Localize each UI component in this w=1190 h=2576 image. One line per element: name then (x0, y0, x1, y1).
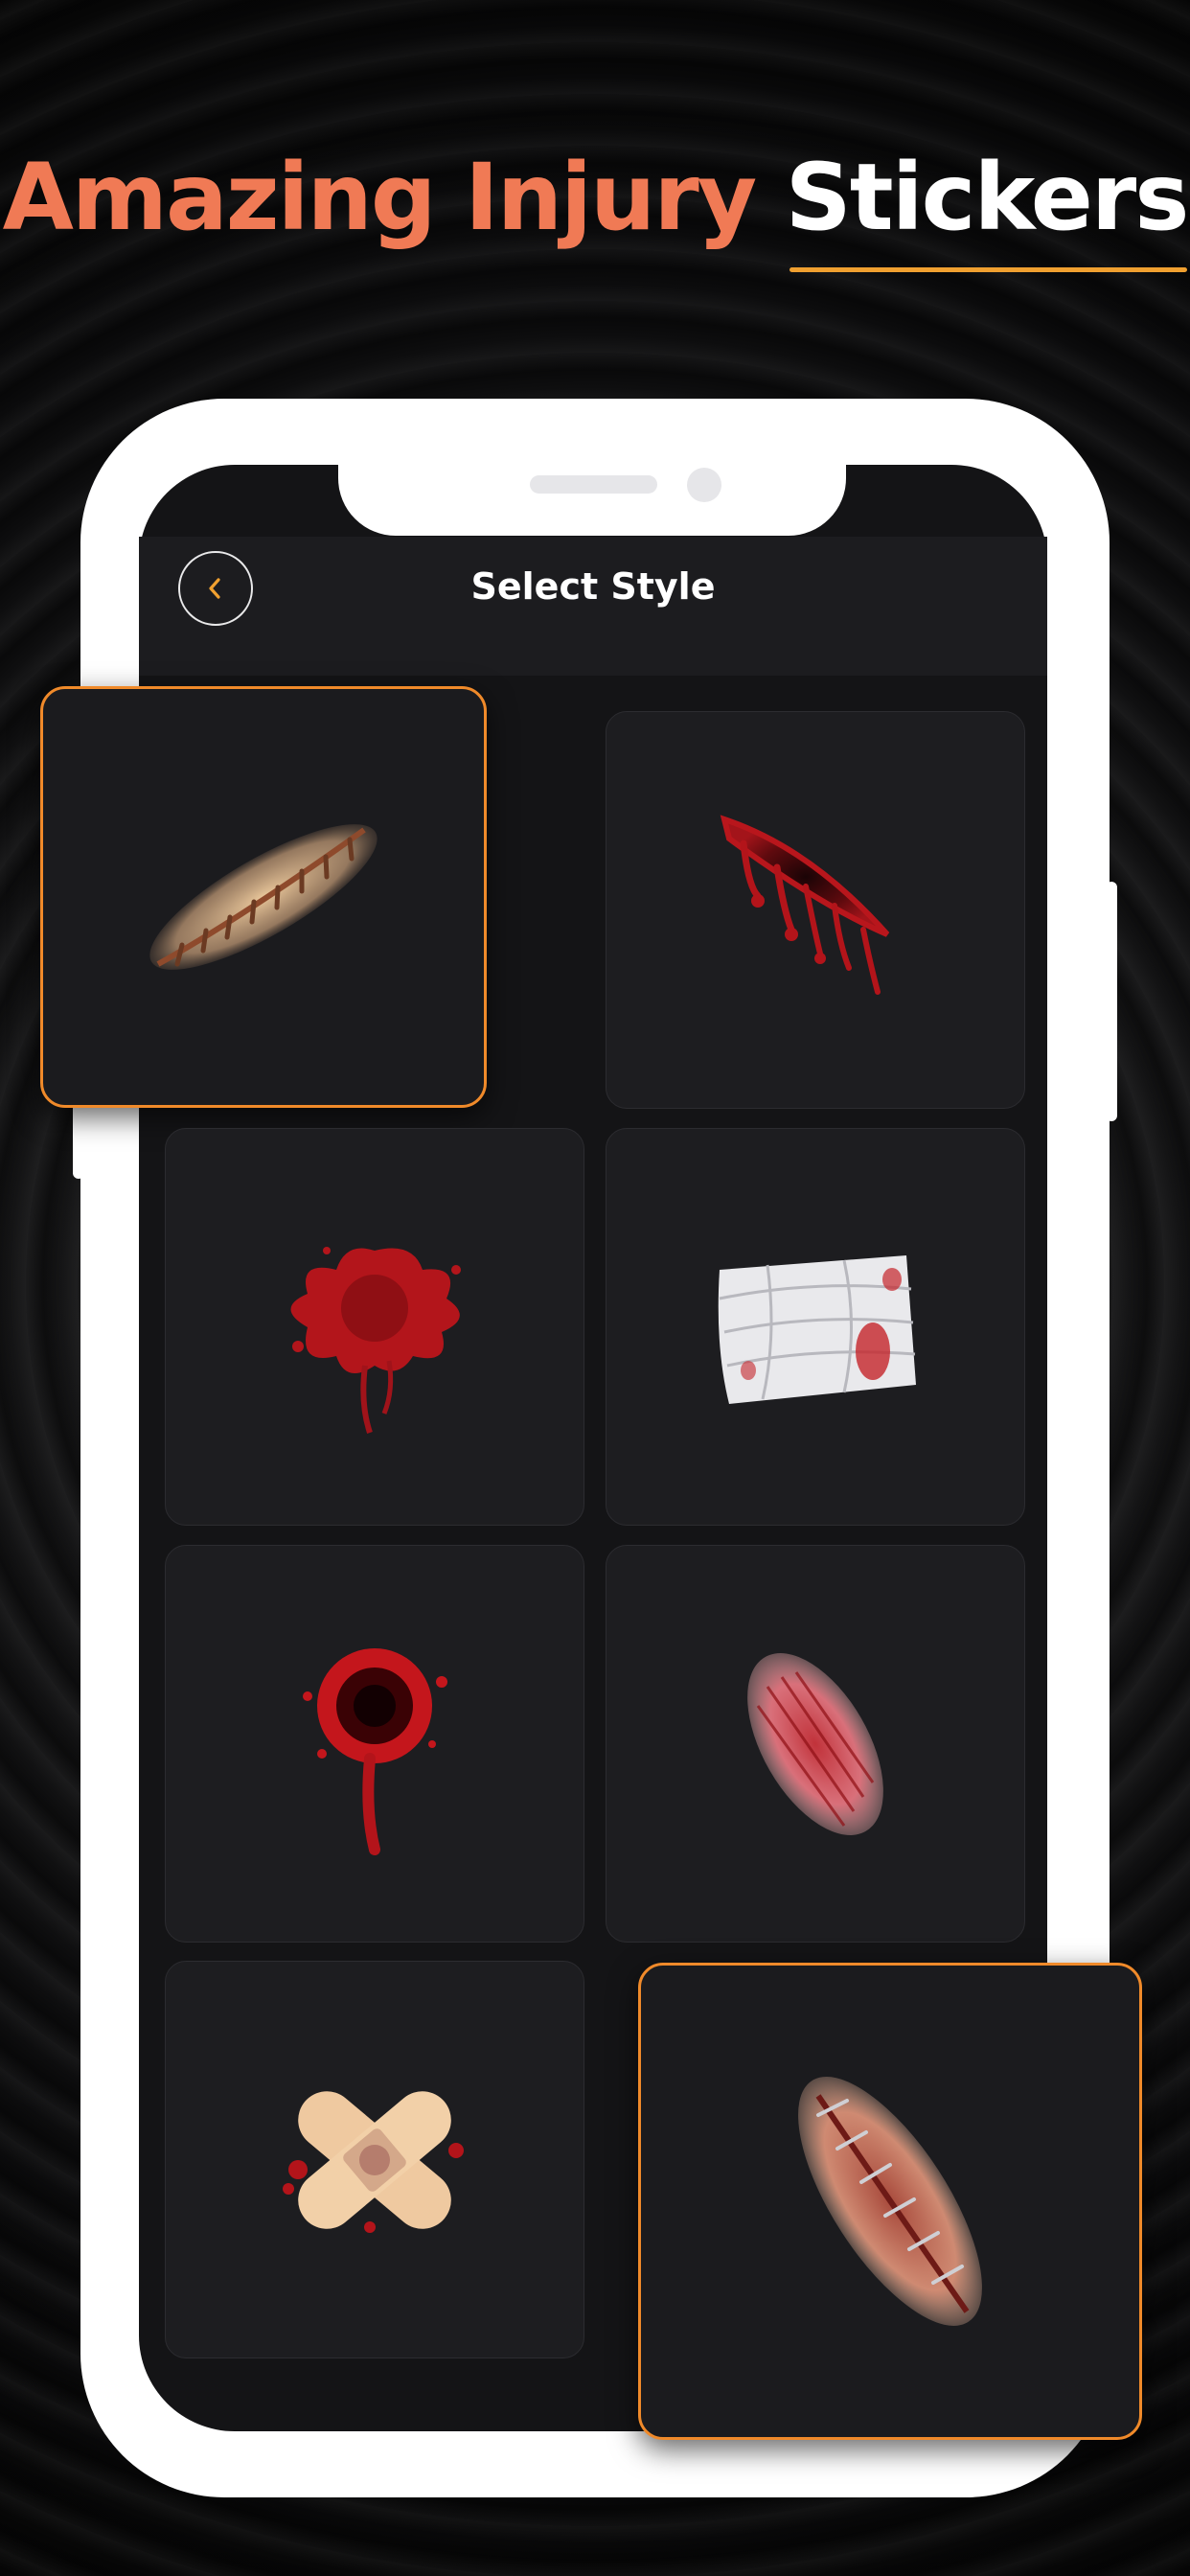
front-camera (687, 468, 721, 502)
stapled-wound-icon (798, 2077, 982, 2326)
sticker-tile-cross-bandage[interactable] (165, 1961, 584, 2358)
headline-white: Stickers (785, 144, 1190, 251)
sticker-tile-stapled-wound[interactable] (638, 1963, 1142, 2440)
page-title: Select Style (470, 565, 716, 608)
bloody-gash-icon (720, 814, 890, 995)
bandage-wrap-icon (718, 1254, 916, 1404)
sticker-tile-bullet-wound[interactable] (165, 1545, 584, 1943)
bullet-wound-icon (303, 1647, 447, 1855)
sticker-tile-bloody-gash[interactable] (606, 711, 1025, 1109)
cross-bandage-icon (283, 2090, 464, 2233)
headline-accent: Amazing Injury (2, 144, 758, 251)
speaker-grille (530, 475, 657, 494)
stitched-scar-icon (149, 824, 378, 970)
headline: Amazing Injury Stickers (0, 144, 1190, 251)
sticker-tile-blood-splatter[interactable] (165, 1128, 584, 1526)
sticker-tile-bandage-wrap[interactable] (606, 1128, 1025, 1526)
sticker-tile-scrape-abrasion[interactable] (606, 1545, 1025, 1943)
sticker-tile-stitched-scar[interactable] (40, 686, 487, 1108)
scrape-abrasion-icon (747, 1652, 883, 1835)
blood-splatter-icon (290, 1246, 461, 1434)
